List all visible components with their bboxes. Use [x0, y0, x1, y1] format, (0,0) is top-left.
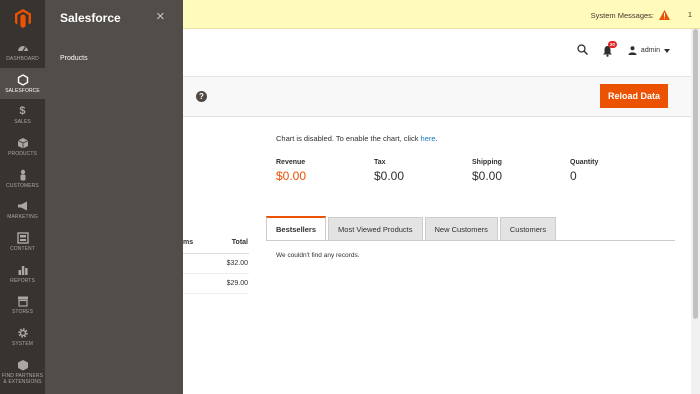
- system-messages[interactable]: System Messages:: [591, 10, 670, 20]
- tab-bestsellers[interactable]: Bestsellers: [266, 216, 327, 241]
- system-messages-label: System Messages:: [590, 10, 654, 20]
- nav-item-salesforce[interactable]: SALESFORCE: [0, 67, 45, 100]
- panel-title: Salesforce: [60, 11, 121, 25]
- store-icon: [17, 295, 29, 307]
- chart-disabled-message: Chart is disabled. To enable the chart, …: [276, 134, 438, 143]
- magento-logo[interactable]: [0, 0, 45, 36]
- tab-customers[interactable]: Customers: [499, 217, 557, 241]
- header-actions: 20 admin: [577, 40, 670, 57]
- notifications-count-badge: 20: [607, 40, 617, 48]
- notifications-bell[interactable]: 20: [602, 40, 617, 57]
- hexagon-icon: [17, 73, 29, 86]
- total-label: Shipping: [472, 159, 502, 166]
- dashboard-totals: Revenue $0.00 Tax $0.00 Shipping $0.00 Q…: [276, 159, 668, 183]
- nav-item-label: SALES: [14, 119, 31, 126]
- nav-item-label: STORES: [11, 309, 34, 316]
- nav-item-label: SALESFORCE: [5, 87, 40, 94]
- nav-item-find-partners[interactable]: FIND PARTNERS & EXTENSIONS: [0, 353, 45, 391]
- total-label: Quantity: [570, 159, 599, 166]
- nav-item-label: FIND PARTNERS & EXTENSIONS: [1, 372, 44, 385]
- nav-item-sales[interactable]: $ SALES: [0, 99, 45, 131]
- nav-item-products[interactable]: PRODUCTS: [0, 131, 45, 163]
- close-icon[interactable]: ×: [156, 8, 165, 25]
- gear-icon: [17, 327, 29, 339]
- total-quantity: Quantity 0: [570, 159, 668, 183]
- total-tax: Tax $0.00: [374, 159, 472, 183]
- nav-item-customers[interactable]: CUSTOMERS: [0, 163, 45, 195]
- total-value: $0.00: [276, 169, 307, 183]
- total-label: Revenue: [276, 159, 306, 166]
- help-icon[interactable]: ?: [196, 91, 207, 102]
- reload-data-button[interactable]: Reload Data: [600, 84, 668, 108]
- tab-most-viewed-products[interactable]: Most Viewed Products: [328, 217, 423, 241]
- total-value: $0.00: [374, 169, 405, 183]
- nav-item-label: MARKETING: [7, 214, 38, 221]
- nav-item-label: CONTENT: [10, 245, 35, 252]
- dashboard-tabs: Bestsellers Most Viewed Products New Cus…: [266, 216, 558, 241]
- nav-item-label: SYSTEM: [11, 341, 34, 348]
- table-header: ms Total: [183, 234, 249, 254]
- row-total: $29.00: [226, 280, 248, 287]
- page-actions-bar: ? Reload Data: [183, 76, 700, 117]
- system-messages-count: 1: [687, 10, 692, 19]
- admin-username: admin: [640, 47, 660, 54]
- nav-item-reports[interactable]: REPORTS: [0, 258, 45, 290]
- warning-icon: [659, 10, 670, 20]
- content-icon: [16, 232, 29, 244]
- nav-item-label: CUSTOMERS: [6, 182, 39, 189]
- enable-chart-link[interactable]: here: [421, 134, 436, 143]
- page-scrollbar[interactable]: [691, 29, 700, 394]
- admin-user-menu[interactable]: admin: [628, 46, 670, 55]
- table-row[interactable]: $32.00: [183, 254, 249, 274]
- nav-item-marketing[interactable]: MARKETING: [0, 194, 45, 226]
- column-header-items: ms: [183, 239, 194, 246]
- total-revenue: Revenue $0.00: [276, 159, 374, 183]
- extensions-icon: [17, 359, 29, 371]
- scrollbar-thumb[interactable]: [693, 29, 698, 319]
- chart-message-end: .: [435, 134, 438, 143]
- empty-records-message: We couldn't find any records.: [276, 252, 360, 259]
- panel-link-products[interactable]: Products: [60, 55, 88, 62]
- megaphone-icon: [17, 200, 29, 212]
- nav-item-label: DASHBOARD: [6, 55, 39, 62]
- admin-nav: DASHBOARD SALESFORCE $ SALES PRODUCTS CU…: [0, 0, 45, 394]
- search-icon[interactable]: [577, 44, 588, 57]
- salesforce-menu-panel: Salesforce × Products: [45, 0, 183, 394]
- chart-message-text: Chart is disabled. To enable the chart, …: [276, 134, 419, 143]
- total-label: Tax: [374, 159, 386, 166]
- bar-chart-icon: [17, 264, 29, 276]
- column-header-total: Total: [231, 239, 248, 246]
- person-icon: [17, 169, 29, 181]
- box-icon: [17, 137, 29, 149]
- nav-item-label: REPORTS: [10, 277, 35, 284]
- nav-item-content[interactable]: CONTENT: [0, 226, 45, 258]
- nav-item-label: PRODUCTS: [8, 150, 37, 157]
- row-total: $32.00: [226, 260, 248, 267]
- chevron-down-icon: [664, 48, 670, 53]
- dollar-icon: $: [19, 105, 26, 118]
- nav-item-system[interactable]: SYSTEM: [0, 321, 45, 353]
- system-messages-bar: System Messages: 1: [183, 0, 700, 29]
- nav-item-stores[interactable]: STORES: [0, 290, 45, 322]
- total-shipping: Shipping $0.00: [472, 159, 570, 183]
- last-orders-table: ms Total $32.00 $29.00: [183, 234, 249, 294]
- tab-new-customers[interactable]: New Customers: [424, 217, 498, 241]
- dashboard-icon: [17, 42, 29, 54]
- table-row[interactable]: $29.00: [183, 274, 249, 294]
- user-icon: [628, 46, 637, 55]
- total-value: 0: [570, 169, 577, 183]
- total-value: $0.00: [472, 169, 503, 183]
- tab-divider: [266, 240, 675, 241]
- nav-item-dashboard[interactable]: DASHBOARD: [0, 36, 45, 68]
